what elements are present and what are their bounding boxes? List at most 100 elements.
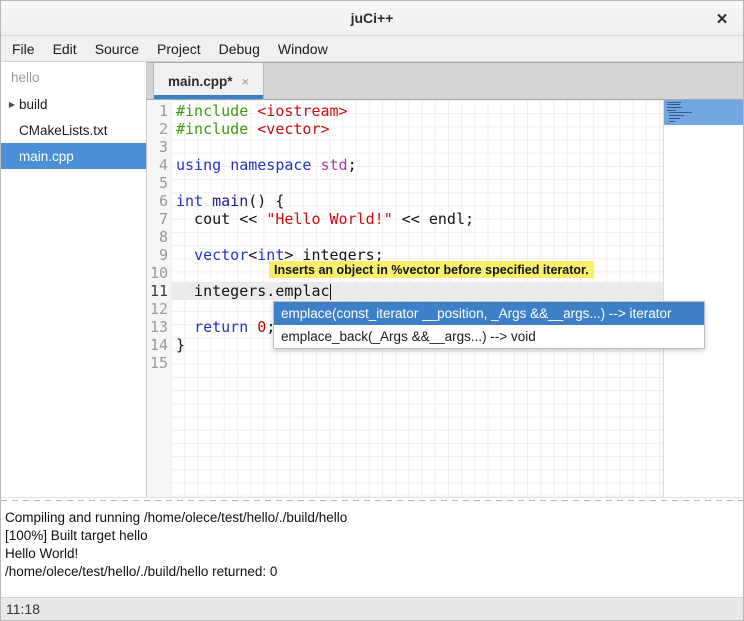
autocomplete-item-emplace[interactable]: emplace(const_iterator __position, _Args… — [274, 302, 704, 325]
output-line: /home/olece/test/hello/./build/hello ret… — [5, 563, 743, 581]
tabbar: main.cpp* × — [147, 62, 743, 100]
pane-splitter[interactable] — [1, 497, 743, 504]
code-token: using — [176, 156, 221, 174]
statusbar: 11:18 — [1, 597, 743, 620]
code-line[interactable] — [171, 228, 663, 246]
code-token: vector — [194, 246, 248, 264]
window-title: juCi++ — [351, 10, 394, 26]
menu-source[interactable]: Source — [86, 38, 148, 60]
text-cursor — [330, 284, 331, 300]
code-token: std — [321, 156, 348, 174]
code-line[interactable]: #include <vector> — [171, 120, 663, 138]
project-sidebar: hello ▶ build CMakeLists.txt main.cpp — [1, 62, 147, 497]
line-number: 11 — [147, 282, 171, 300]
sidebar-item-label: build — [17, 97, 48, 112]
code-token: main — [212, 192, 248, 210]
code-token — [221, 156, 230, 174]
minimap[interactable] — [663, 100, 743, 497]
code-line[interactable] — [171, 138, 663, 156]
splitter-dash-handle — [1, 500, 743, 501]
code-token: #include — [176, 102, 257, 120]
menu-edit[interactable]: Edit — [44, 38, 86, 60]
autocomplete-popup: emplace(const_iterator __position, _Args… — [273, 301, 705, 349]
line-number: 8 — [147, 228, 171, 246]
minimap-line — [667, 123, 668, 124]
tab-close-icon[interactable]: × — [242, 74, 250, 89]
minimap-line — [669, 115, 685, 116]
line-number-gutter: 123456789101112131415 — [147, 100, 171, 497]
code-token: "Hello World!" — [266, 210, 392, 228]
code-line[interactable] — [171, 174, 663, 192]
code-line[interactable]: cout << "Hello World!" << endl; — [171, 210, 663, 228]
line-number: 6 — [147, 192, 171, 210]
code-editor[interactable]: #include <iostream>#include <vector> usin… — [171, 100, 663, 497]
menu-debug[interactable]: Debug — [210, 38, 269, 60]
titlebar: juCi++ ✕ — [1, 1, 743, 36]
code-token: return — [194, 318, 248, 336]
line-number: 4 — [147, 156, 171, 174]
code-token: <iostream> — [257, 102, 347, 120]
line-number: 2 — [147, 120, 171, 138]
menu-project[interactable]: Project — [148, 38, 210, 60]
code-line[interactable] — [171, 354, 663, 372]
line-number: 3 — [147, 138, 171, 156]
line-number: 5 — [147, 174, 171, 192]
menu-window[interactable]: Window — [269, 38, 337, 60]
code-token: <vector> — [257, 120, 329, 138]
tab-label: main.cpp* — [168, 74, 233, 89]
cursor-position-indicator: 11:18 — [6, 601, 40, 617]
autocomplete-item-emplace-back[interactable]: emplace_back(_Args &&__args...) --> void — [274, 325, 704, 348]
code-token — [176, 318, 194, 336]
code-token: integers.emplac — [176, 282, 330, 300]
main-content: hello ▶ build CMakeLists.txt main.cpp ma… — [1, 62, 743, 497]
line-number: 7 — [147, 210, 171, 228]
output-line: Hello World! — [5, 545, 743, 563]
code-token: } — [176, 336, 185, 354]
code-line[interactable]: integers.emplac — [171, 282, 663, 300]
close-icon: ✕ — [716, 10, 729, 28]
doc-tooltip: Inserts an object in %vector before spec… — [269, 261, 594, 278]
app-window: juCi++ ✕ File Edit Source Project Debug … — [0, 0, 744, 621]
minimap-visible-region[interactable] — [664, 100, 743, 125]
code-token: () { — [248, 192, 284, 210]
build-output-panel[interactable]: Compiling and running /home/olece/test/h… — [1, 504, 743, 597]
code-line[interactable]: #include <iostream> — [171, 102, 663, 120]
minimap-line — [669, 118, 680, 119]
sidebar-item-label: main.cpp — [1, 149, 74, 164]
code-token: 0 — [257, 318, 266, 336]
menubar: File Edit Source Project Debug Window — [1, 36, 743, 62]
code-token: < — [248, 246, 257, 264]
close-window-button[interactable]: ✕ — [711, 8, 733, 30]
sidebar-item-cmakelists[interactable]: CMakeLists.txt — [1, 117, 146, 143]
code-line[interactable]: using namespace std; — [171, 156, 663, 174]
code-token — [176, 246, 194, 264]
code-token — [248, 318, 257, 336]
code-token: << endl; — [393, 210, 474, 228]
editor-body: 123456789101112131415 #include <iostream… — [147, 100, 743, 497]
sidebar-item-build[interactable]: ▶ build — [1, 91, 146, 117]
minimap-line — [667, 107, 682, 108]
tab-maincpp[interactable]: main.cpp* × — [153, 63, 264, 99]
minimap-line — [667, 104, 680, 105]
minimap-line — [669, 112, 692, 113]
code-token: int — [176, 192, 203, 210]
code-line[interactable]: int main() { — [171, 192, 663, 210]
code-token: cout << — [176, 210, 266, 228]
code-token: #include — [176, 120, 257, 138]
line-number: 1 — [147, 102, 171, 120]
line-number: 12 — [147, 300, 171, 318]
sidebar-item-maincpp[interactable]: main.cpp — [1, 143, 146, 169]
code-token — [203, 192, 212, 210]
active-tab-indicator — [154, 95, 263, 99]
code-token: ; — [348, 156, 357, 174]
sidebar-item-label: CMakeLists.txt — [1, 123, 108, 138]
output-line: [100%] Built target hello — [5, 527, 743, 545]
code-token: namespace — [230, 156, 311, 174]
menu-file[interactable]: File — [3, 38, 44, 60]
line-number: 9 — [147, 246, 171, 264]
line-number: 10 — [147, 264, 171, 282]
line-number: 15 — [147, 354, 171, 372]
expander-triangle-icon[interactable]: ▶ — [1, 100, 17, 109]
line-number: 14 — [147, 336, 171, 354]
editor-column: main.cpp* × 123456789101112131415 #inclu… — [147, 62, 743, 497]
